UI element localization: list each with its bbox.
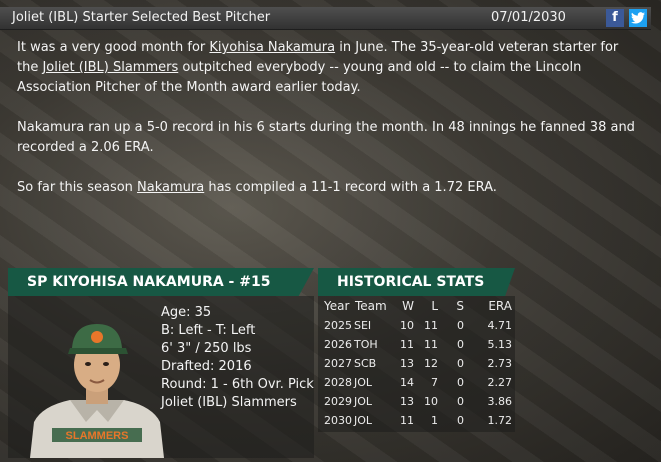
cell-era: 5.13 bbox=[487, 338, 513, 351]
article-paragraph-2: Nakamura ran up a 5-0 record in his 6 st… bbox=[17, 120, 635, 155]
cell-w: 13 bbox=[400, 357, 414, 370]
article-paragraph-3: So far this season Nakamura has compiled… bbox=[17, 178, 637, 198]
cell-era: 3.86 bbox=[487, 395, 513, 408]
table-row: 2027 SCB 13 12 0 2.73 bbox=[318, 357, 515, 376]
cell-s: 0 bbox=[457, 395, 464, 408]
cell-w: 11 bbox=[400, 414, 414, 427]
player-link[interactable]: Kiyohisa Nakamura bbox=[209, 40, 335, 55]
stats-header-row: Year Team W L S ERA bbox=[318, 299, 515, 318]
bio-age: Age: 35 bbox=[161, 305, 212, 320]
col-team: Team bbox=[355, 299, 387, 313]
player-card: SLAMMERS Age: 35 B: Left - T: Left 6' 3"… bbox=[8, 296, 314, 458]
cell-era: 4.71 bbox=[487, 319, 513, 332]
cell-year: 2030 bbox=[324, 414, 352, 427]
col-l: L bbox=[431, 299, 438, 313]
cell-w: 14 bbox=[400, 376, 414, 389]
player-bio: Age: 35 B: Left - T: Left 6' 3" / 250 lb… bbox=[161, 304, 314, 412]
cell-year: 2025 bbox=[324, 319, 352, 332]
col-w: W bbox=[402, 299, 414, 313]
svg-text:SLAMMERS: SLAMMERS bbox=[66, 430, 129, 442]
cell-year: 2028 bbox=[324, 376, 352, 389]
cell-team: SCB bbox=[354, 357, 377, 370]
cell-l: 11 bbox=[424, 319, 438, 332]
cell-year: 2026 bbox=[324, 338, 352, 351]
facebook-icon: f bbox=[612, 10, 618, 25]
table-row: 2029 JOL 13 10 0 3.86 bbox=[318, 395, 515, 414]
player-portrait[interactable]: SLAMMERS bbox=[30, 310, 164, 458]
bio-team: Joliet (IBL) Slammers bbox=[161, 395, 297, 410]
cell-s: 0 bbox=[457, 414, 464, 427]
team-link[interactable]: Joliet (IBL) Slammers bbox=[42, 60, 178, 75]
cell-team: TOH bbox=[354, 338, 378, 351]
table-row: 2028 JOL 14 7 0 2.27 bbox=[318, 376, 515, 395]
article-paragraph-1: It was a very good month for Kiyohisa Na… bbox=[17, 38, 637, 98]
bio-drafted: Drafted: 2016 bbox=[161, 359, 252, 374]
historical-stats-table: Year Team W L S ERA 2025 SEI 10 11 0 4.7… bbox=[318, 296, 515, 432]
col-era: ERA bbox=[488, 299, 512, 313]
news-header-bar: Joliet (IBL) Starter Selected Best Pitch… bbox=[0, 7, 651, 30]
cell-w: 11 bbox=[400, 338, 414, 351]
stats-banner: HISTORICAL STATS bbox=[318, 268, 515, 296]
article-body: It was a very good month for Kiyohisa Na… bbox=[17, 38, 637, 218]
player-link[interactable]: Nakamura bbox=[137, 180, 204, 195]
cell-team: JOL bbox=[354, 376, 373, 389]
cell-era: 2.73 bbox=[487, 357, 513, 370]
cell-team: JOL bbox=[354, 414, 373, 427]
bio-height-weight: 6' 3" / 250 lbs bbox=[161, 341, 252, 356]
headline-date: 07/01/2030 bbox=[491, 10, 566, 25]
col-year: Year bbox=[324, 299, 350, 313]
table-row: 2030 JOL 11 1 0 1.72 bbox=[318, 414, 515, 433]
cell-l: 10 bbox=[424, 395, 438, 408]
cell-l: 7 bbox=[431, 376, 438, 389]
table-row: 2026 TOH 11 11 0 5.13 bbox=[318, 338, 515, 357]
cell-era: 2.27 bbox=[487, 376, 513, 389]
article-text: It was a very good month for bbox=[17, 40, 210, 55]
article-text: So far this season bbox=[17, 180, 138, 195]
cell-l: 11 bbox=[424, 338, 438, 351]
cell-s: 0 bbox=[457, 338, 464, 351]
cell-team: SEI bbox=[354, 319, 372, 332]
twitter-icon bbox=[631, 12, 645, 28]
article-text: has compiled a 11-1 record with a 1.72 E… bbox=[204, 180, 497, 195]
cell-year: 2029 bbox=[324, 395, 352, 408]
cell-w: 10 bbox=[400, 319, 414, 332]
cell-l: 1 bbox=[431, 414, 438, 427]
cell-year: 2027 bbox=[324, 357, 352, 370]
cell-w: 13 bbox=[400, 395, 414, 408]
cell-era: 1.72 bbox=[487, 414, 513, 427]
bio-bats-throws: B: Left - T: Left bbox=[161, 323, 256, 338]
cell-s: 0 bbox=[457, 357, 464, 370]
cell-s: 0 bbox=[457, 376, 464, 389]
cell-l: 12 bbox=[424, 357, 438, 370]
table-row: 2025 SEI 10 11 0 4.71 bbox=[318, 319, 515, 338]
player-banner: SP KIYOHISA NAKAMURA - #15 bbox=[8, 268, 314, 296]
cell-team: JOL bbox=[354, 395, 373, 408]
col-s: S bbox=[456, 299, 464, 313]
headline-title: Joliet (IBL) Starter Selected Best Pitch… bbox=[12, 10, 271, 25]
twitter-share-button[interactable] bbox=[629, 9, 647, 27]
bio-draft-round: Round: 1 - 6th Ovr. Pick bbox=[161, 377, 314, 392]
cell-s: 0 bbox=[457, 319, 464, 332]
facebook-share-button[interactable]: f bbox=[606, 9, 624, 27]
